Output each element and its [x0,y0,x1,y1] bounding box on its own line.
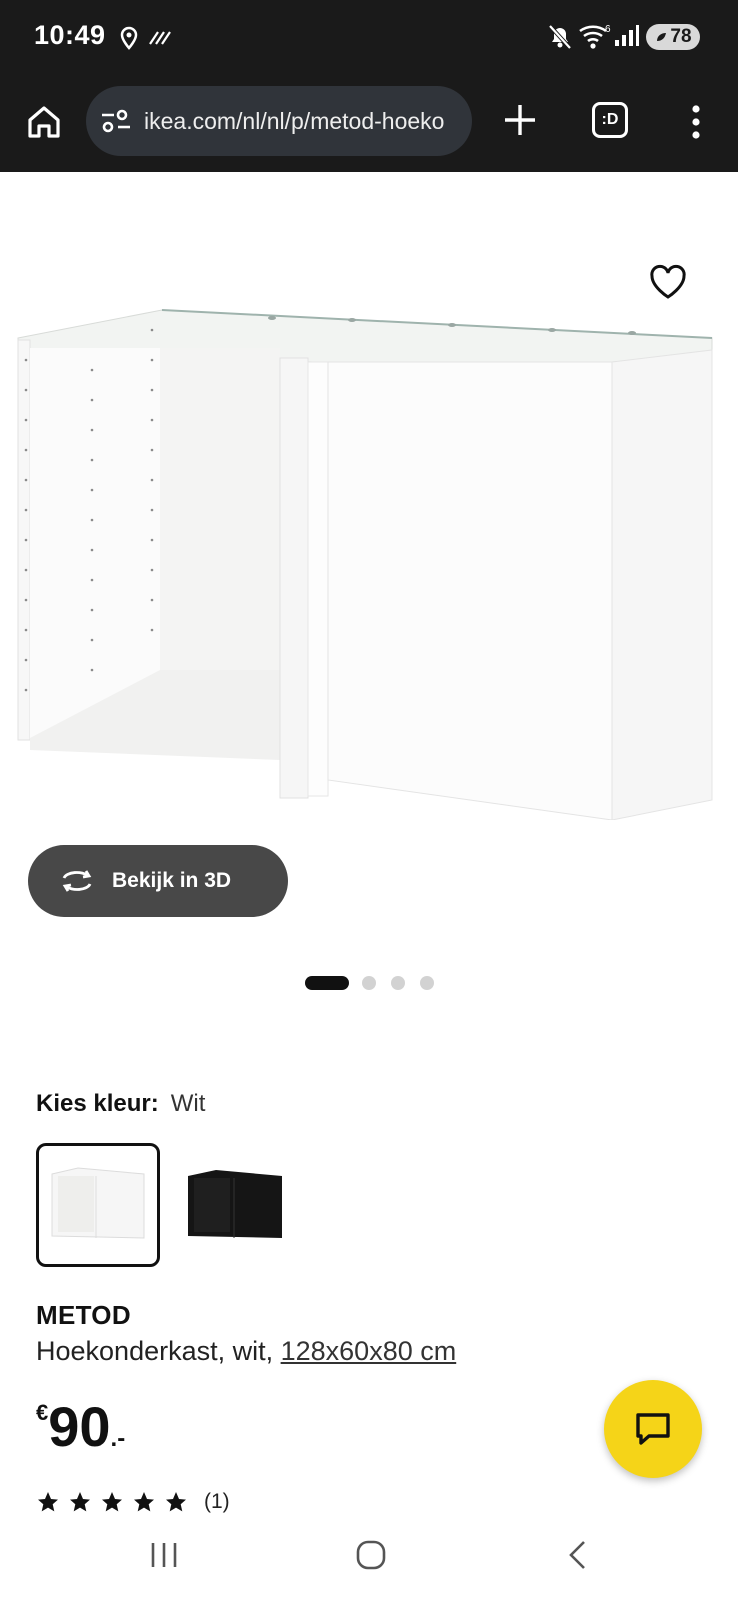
back-icon[interactable] [562,1538,596,1577]
battery-level: 78 [670,26,692,47]
site-settings-icon[interactable] [100,107,132,140]
tabs-label: :D [601,111,619,128]
status-bar: 10:49 6 78 [0,0,738,72]
battery-icon: 78 [646,24,700,50]
product-gallery[interactable]: Bekijk in 3D [0,172,738,1022]
black-cabinet-thumbnail [188,1170,282,1238]
product-name: METOD [36,1300,131,1330]
product-price: €90.- [36,1394,125,1459]
chat-button[interactable] [604,1380,702,1478]
product-description: Hoekonderkast, wit, 128x60x80 cm [36,1336,456,1367]
view-3d-button[interactable]: Bekijk in 3D [28,845,288,917]
color-swatch-white[interactable] [36,1143,160,1267]
gallery-dot[interactable] [362,976,376,990]
data-saver-icon [148,30,172,51]
view-3d-label: Bekijk in 3D [112,869,232,892]
rating-count: (1) [204,1490,230,1513]
status-time: 10:49 [34,20,106,50]
home-nav-icon[interactable] [354,1538,388,1577]
product-image [17,309,713,820]
location-icon [118,26,140,55]
wifi-icon: 6 [578,22,612,55]
color-chooser-label: Kies kleur: Wit [36,1090,205,1118]
more-vert-icon[interactable] [686,104,706,140]
gallery-dot[interactable] [420,976,434,990]
price-currency: € [36,1400,49,1425]
gallery-dot[interactable] [305,976,349,990]
system-nav-bar [0,1524,738,1600]
price-amount: 90 [48,1395,111,1458]
gallery-dot[interactable] [391,976,405,990]
url-text: ikea.com/nl/nl/p/metod-hoeko [144,108,445,134]
product-dimensions-link[interactable]: 128x60x80 cm [281,1336,457,1366]
star-icon [102,1492,122,1512]
browser-toolbar: ikea.com/nl/nl/p/metod-hoeko :D [0,72,738,172]
home-icon[interactable] [22,100,66,144]
recent-apps-icon[interactable] [148,1538,182,1577]
star-icon [38,1492,58,1512]
plus-icon[interactable] [500,100,540,140]
color-label-title: Kies kleur: [36,1090,159,1117]
star-icon [134,1492,154,1512]
product-type: Hoekonderkast, wit, [36,1336,281,1366]
mute-icon [548,24,572,55]
color-value: Wit [170,1090,206,1117]
star-icon [166,1492,186,1512]
gallery-pagination [0,974,738,990]
heart-icon[interactable] [646,260,690,304]
white-cabinet-thumbnail [51,1167,145,1239]
signal-icon [614,24,640,53]
svg-text:6: 6 [605,24,611,35]
color-swatch-black[interactable] [172,1143,296,1267]
rotate-3d-icon [62,870,92,892]
product-rating[interactable]: (1) [36,1490,230,1514]
tabs-icon[interactable]: :D [592,102,628,138]
price-suffix: .- [110,1425,126,1452]
chat-icon [636,1413,670,1445]
address-bar[interactable]: ikea.com/nl/nl/p/metod-hoeko [86,86,472,156]
star-icon [70,1492,90,1512]
